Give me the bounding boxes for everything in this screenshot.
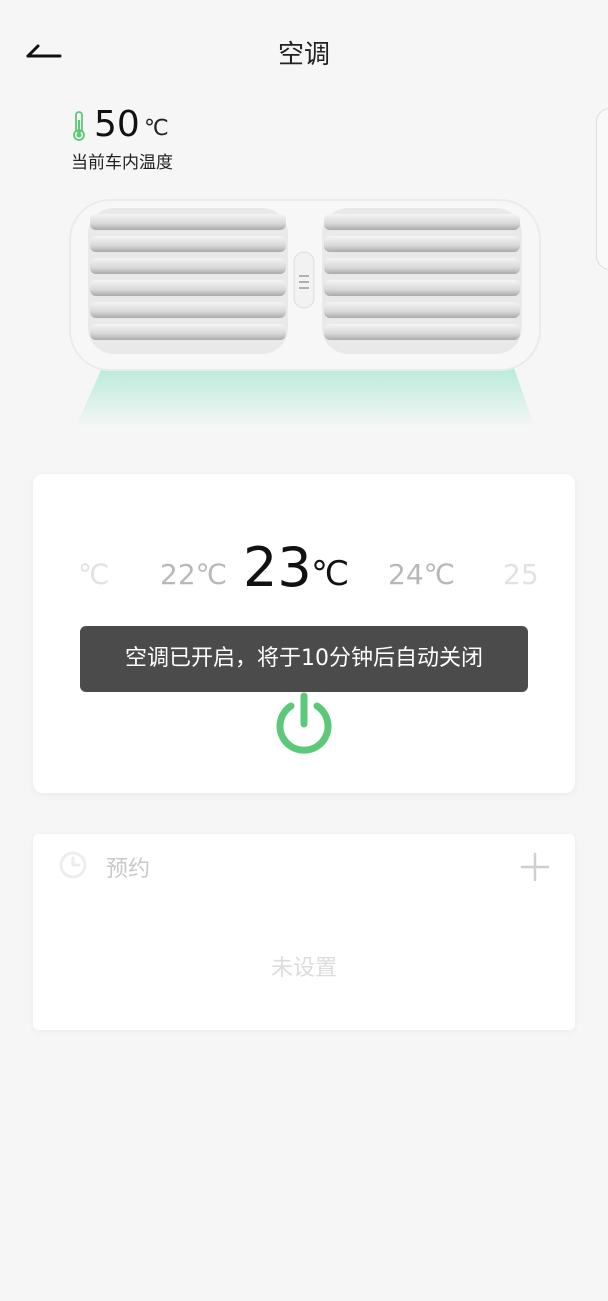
temperature-option[interactable]: 25	[503, 558, 537, 591]
temperature-option[interactable]: ℃	[78, 558, 109, 591]
schedule-label: 预约	[106, 857, 151, 882]
temperature-option-24[interactable]: 24℃	[388, 558, 455, 591]
thermometer-icon	[73, 111, 85, 141]
toast-message: 空调已开启，将于10分钟后自动关闭	[80, 626, 528, 692]
side-panel-handle[interactable]	[596, 108, 608, 270]
cabin-temperature-label: 当前车内温度	[71, 153, 173, 173]
cabin-temperature-value: 50	[94, 104, 140, 145]
schedule-empty-text: 未设置	[270, 956, 337, 981]
clock-icon	[59, 851, 87, 879]
selected-temperature-unit: ℃	[311, 554, 350, 594]
selected-temperature-value[interactable]: 23	[243, 536, 312, 599]
temperature-option-22[interactable]: 22℃	[160, 558, 227, 591]
power-icon[interactable]	[272, 690, 336, 756]
air-vent-illustration	[69, 199, 541, 428]
page-title: 空调	[277, 40, 330, 70]
plus-icon[interactable]	[520, 852, 550, 882]
cabin-temperature-unit: ℃	[144, 116, 169, 141]
